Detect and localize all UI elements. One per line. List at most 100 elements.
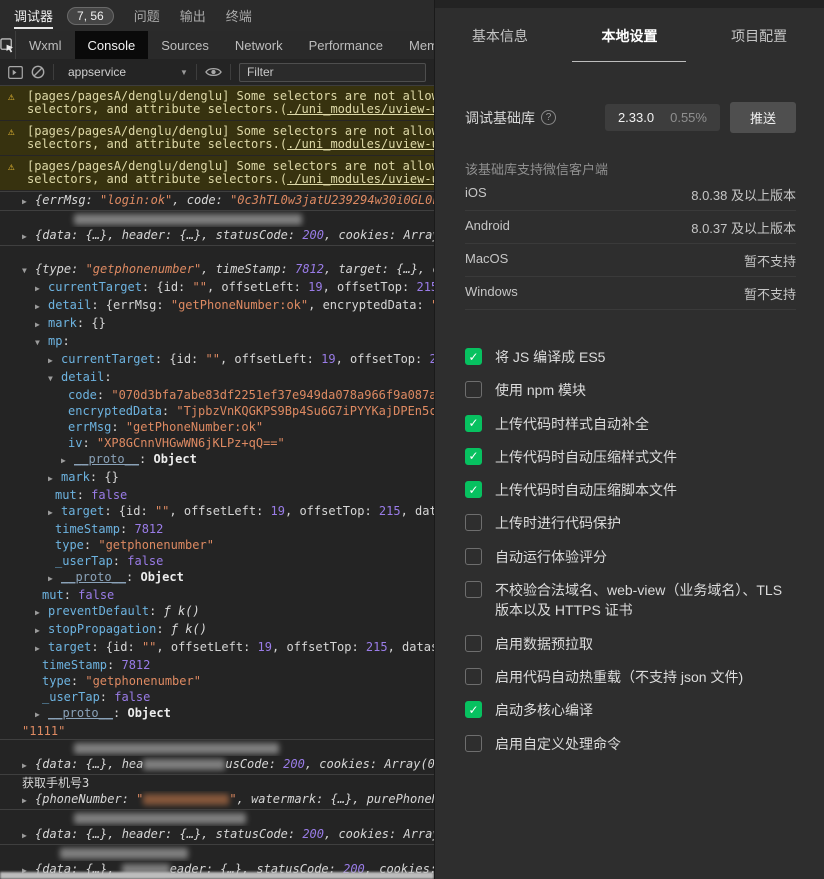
expand-arrow-icon[interactable]: ▶ [35, 623, 48, 639]
show-console-sidebar-icon[interactable] [8, 65, 23, 79]
support-os-label: Windows [465, 284, 518, 299]
expand-arrow-icon[interactable]: ▶ [48, 505, 61, 521]
tab-local-settings[interactable]: 本地设置 [565, 26, 695, 66]
expand-arrow-icon[interactable]: ▶ [35, 605, 48, 621]
settings-checkbox-row[interactable]: 自动运行体验评分 [465, 547, 796, 567]
expand-arrow-icon[interactable]: ▶ [35, 317, 48, 333]
tab-network[interactable]: Network [222, 31, 296, 59]
checkbox-unchecked-icon[interactable] [465, 734, 482, 752]
collapse-arrow-icon[interactable]: ▼ [35, 335, 48, 351]
expand-arrow-icon[interactable]: ▶ [35, 299, 48, 315]
console-toolbar: appservice ▼ [0, 59, 434, 86]
console-log-row: ▼ {type: "getphonenumber", timeStamp: 781… [0, 261, 434, 279]
console-text: 200 [302, 228, 324, 242]
expand-arrow-icon[interactable]: ▶ [22, 194, 35, 210]
settings-checkbox-row[interactable]: ✓ 启动多核心编译 [465, 700, 796, 720]
checkbox-unchecked-icon[interactable] [465, 634, 482, 652]
tab-memory[interactable]: Mem [396, 31, 434, 59]
tab-performance[interactable]: Performance [296, 31, 396, 59]
tab-debugger[interactable]: 调试器 [14, 0, 54, 31]
console-text: "TjpbzVnKQGKPS9Bp4Su6G7iPYYKajDPEn5c037 [176, 404, 434, 418]
checkbox-checked-icon[interactable]: ✓ [465, 481, 482, 499]
console-source-link[interactable]: ./uni_modules/uview-ui/co [287, 102, 434, 116]
settings-checkbox-row[interactable]: 启用数据预拉取 [465, 634, 796, 654]
base-library-version-select[interactable]: 2.33.0 0.55% [604, 104, 720, 131]
console-text: : {id: [91, 640, 142, 654]
tab-basic-info[interactable]: 基本信息 [435, 26, 565, 66]
console-text: , cookies: Array(0) [304, 757, 434, 771]
expand-arrow-icon[interactable]: ▶ [48, 471, 61, 487]
project-details-panel: 基本信息 本地设置 项目配置 调试基础库 2.33.0 0.55% 推送 [434, 0, 824, 879]
expand-arrow-icon[interactable]: ▶ [48, 571, 61, 587]
console-text: : {id: [141, 280, 193, 294]
console-filter-input[interactable] [238, 62, 426, 82]
tab-problems[interactable]: 问题 [134, 0, 160, 31]
console-log-row: _userTap: false [0, 553, 434, 569]
tab-sources[interactable]: Sources [148, 31, 222, 59]
tab-terminal[interactable]: 终端 [226, 0, 252, 31]
support-os-label: iOS [465, 185, 487, 200]
console-source-link[interactable]: ./uni_modules/uview-ui/co [287, 137, 434, 151]
collapse-arrow-icon[interactable]: ▼ [48, 371, 61, 387]
expand-arrow-icon[interactable]: ▶ [48, 353, 61, 369]
tab-wxml[interactable]: Wxml [16, 31, 75, 59]
console-source-link[interactable]: ./uni_modules/uview-ui/co [287, 172, 434, 186]
console-text: : [120, 522, 135, 536]
checkbox-unchecked-icon[interactable] [465, 581, 482, 599]
settings-checkbox-row[interactable]: ✓ 上传代码时样式自动补全 [465, 414, 796, 434]
settings-checkbox-row[interactable]: 上传时进行代码保护 [465, 513, 796, 533]
problems-count-badge: 7, 56 [67, 6, 114, 25]
clear-console-icon[interactable] [31, 65, 45, 79]
debugger-panel: 调试器 7, 56 问题 输出 终端 Wxml Console Sources … [0, 0, 434, 879]
expand-arrow-icon[interactable]: ▶ [22, 229, 35, 245]
javascript-context-select[interactable]: appservice ▼ [62, 65, 188, 79]
tab-sources-label: Sources [161, 37, 209, 53]
redacted-blur [74, 743, 279, 754]
expand-arrow-icon[interactable]: ▶ [22, 793, 35, 809]
expand-arrow-icon[interactable]: ▶ [61, 453, 74, 469]
console-text: currentTarget [61, 352, 155, 366]
console-warning-row: ⚠ [pages/pagesA/denglu/denglu] Some selec… [0, 86, 434, 121]
console-text: code [68, 388, 97, 402]
devtools-window: 调试器 7, 56 问题 输出 终端 Wxml Console Sources … [0, 0, 824, 879]
checkbox-checked-icon[interactable]: ✓ [465, 701, 482, 719]
checkbox-label: 将 JS 编译成 ES5 [495, 349, 606, 365]
expand-arrow-icon[interactable]: ▶ [22, 758, 35, 774]
checkbox-unchecked-icon[interactable] [465, 547, 482, 565]
checkbox-unchecked-icon[interactable] [465, 667, 482, 685]
console-log-row: timeStamp: 7812 [0, 657, 434, 673]
tab-output[interactable]: 输出 [180, 0, 206, 31]
checkbox-unchecked-icon[interactable] [465, 514, 482, 532]
checkbox-checked-icon[interactable]: ✓ [465, 414, 482, 432]
redacted-blur [74, 813, 246, 824]
expand-arrow-icon[interactable]: ▶ [35, 641, 48, 657]
console-log-row: _userTap: false [0, 689, 434, 705]
inspect-element-icon[interactable] [0, 31, 16, 59]
expand-arrow-icon[interactable]: ▶ [22, 828, 35, 844]
settings-checkbox-row[interactable]: 使用 npm 模块 [465, 380, 796, 400]
checkbox-checked-icon[interactable]: ✓ [465, 348, 482, 365]
help-question-icon[interactable] [541, 110, 556, 125]
toolbar-divider [229, 64, 231, 80]
settings-checkbox-row[interactable]: ✓ 上传代码时自动压缩样式文件 [465, 447, 796, 467]
tab-console[interactable]: Console [74, 31, 149, 59]
push-button[interactable]: 推送 [729, 102, 796, 133]
settings-checkbox-row[interactable]: ✓ 将 JS 编译成 ES5 [465, 347, 796, 367]
support-title: 该基础库支持微信客户端 [465, 162, 609, 177]
expand-arrow-icon[interactable]: ▶ [35, 281, 48, 297]
expand-arrow-icon[interactable]: ▶ [35, 707, 48, 723]
console-text: , dataset: [387, 640, 434, 654]
console-text: : [70, 674, 86, 688]
settings-checkbox-row[interactable]: 启用代码自动热重载（不支持 json 文件) [465, 667, 796, 687]
settings-checkbox-row[interactable]: ✓ 上传代码时自动压缩脚本文件 [465, 480, 796, 500]
devtools-tab-bar: Wxml Console Sources Network Performance… [0, 31, 434, 59]
checkbox-unchecked-icon[interactable] [465, 381, 482, 399]
live-expression-eye-icon[interactable] [205, 66, 222, 78]
collapse-arrow-icon[interactable]: ▼ [22, 263, 35, 279]
settings-checkbox-row[interactable]: 启用自定义处理命令 [465, 734, 796, 754]
checkbox-checked-icon[interactable]: ✓ [465, 447, 482, 465]
settings-checkbox-row[interactable]: 不校验合法域名、web-view（业务域名）、TLS 版本以及 HTTPS 证书 [465, 580, 796, 621]
tab-project-config[interactable]: 项目配置 [694, 26, 824, 66]
support-os-version: 暂不支持 [743, 287, 796, 302]
warning-icon: ⚠ [8, 90, 15, 103]
